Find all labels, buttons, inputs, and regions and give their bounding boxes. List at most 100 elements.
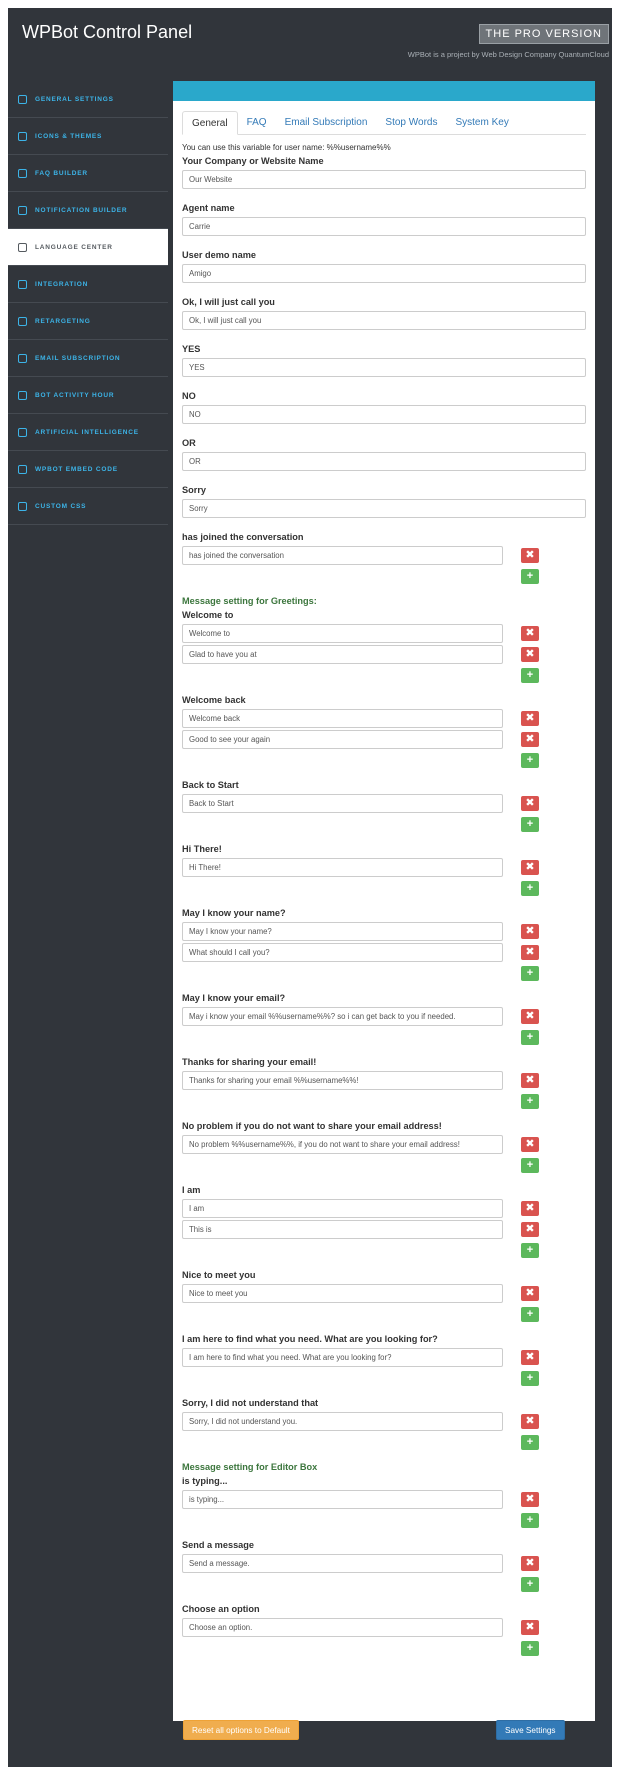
add-entry-button[interactable]: + [521,1094,539,1109]
text-input[interactable]: Thanks for sharing your email %%username… [182,1071,503,1090]
pro-version-badge[interactable]: THE PRO VERSION [478,24,609,44]
text-input[interactable]: Sorry, I did not understand you. [182,1412,503,1431]
remove-entry-button[interactable]: ✖ [521,647,539,662]
text-input[interactable]: I am here to find what you need. What ar… [182,1348,503,1367]
tab-system-key[interactable]: System Key [446,111,517,135]
text-input[interactable]: I am [182,1199,503,1218]
remove-entry-button[interactable]: ✖ [521,945,539,960]
text-input[interactable]: May I know your name? [182,922,503,941]
sidebar: GENERAL SETTINGS ICONS & THEMES FAQ BUILDE… [8,81,168,525]
sidebar-item-icons-themes[interactable]: ICONS & THEMES [8,118,168,155]
remove-entry-button[interactable]: ✖ [521,1414,539,1429]
remove-entry-button[interactable]: ✖ [521,732,539,747]
text-input[interactable]: Welcome back [182,709,503,728]
username-variable-note: You can use this variable for user name:… [182,143,391,152]
remove-entry-button[interactable]: ✖ [521,924,539,939]
add-entry-button[interactable]: + [521,1641,539,1656]
remove-entry-button[interactable]: ✖ [521,1137,539,1152]
remove-entry-button[interactable]: ✖ [521,711,539,726]
text-input[interactable]: Choose an option. [182,1618,503,1637]
reset-defaults-button[interactable]: Reset all options to Default [183,1720,299,1740]
database-icon [18,427,27,437]
text-input[interactable]: Nice to meet you [182,1284,503,1303]
remove-entry-button[interactable]: ✖ [521,548,539,563]
text-input[interactable]: Amigo [182,264,586,283]
text-input[interactable]: Our Website [182,170,586,189]
text-input[interactable]: YES [182,358,586,377]
save-settings-button[interactable]: Save Settings [496,1720,565,1740]
remove-entry-button[interactable]: ✖ [521,1222,539,1237]
sidebar-item-custom-css[interactable]: CUSTOM CSS [8,488,168,525]
text-input[interactable]: May i know your email %%username%%? so i… [182,1007,503,1026]
content-header-bar [173,81,595,101]
text-input[interactable]: OR [182,452,586,471]
add-entry-button[interactable]: + [521,1371,539,1386]
add-entry-button[interactable]: + [521,1513,539,1528]
sidebar-item-retargeting[interactable]: RETARGETING [8,303,168,340]
remove-entry-button[interactable]: ✖ [521,1201,539,1216]
sidebar-item-notification-builder[interactable]: NOTIFICATION BUILDER [8,192,168,229]
text-input[interactable]: What should I call you? [182,943,503,962]
field-label: Your Company or Website Name [182,156,324,166]
tab-general[interactable]: General [182,111,238,135]
add-entry-button[interactable]: + [521,1577,539,1592]
text-input[interactable]: Good to see your again [182,730,503,749]
sidebar-item-faq-builder[interactable]: FAQ BUILDER [8,155,168,192]
text-input[interactable]: This is [182,1220,503,1239]
text-input[interactable]: Glad to have you at [182,645,503,664]
add-entry-button[interactable]: + [521,817,539,832]
code-icon [18,501,27,511]
text-input[interactable]: is typing... [182,1490,503,1509]
lifebuoy-icon [18,168,27,178]
text-input[interactable]: Sorry [182,499,586,518]
sidebar-item-artificial-intelligence[interactable]: ARTIFICIAL INTELLIGENCE [8,414,168,451]
envelope-icon [18,353,27,363]
remove-entry-button[interactable]: ✖ [521,860,539,875]
remove-entry-button[interactable]: ✖ [521,1286,539,1301]
sidebar-item-label: FAQ BUILDER [35,169,88,177]
tab-faq[interactable]: FAQ [238,111,276,135]
text-input[interactable]: Hi There! [182,858,503,877]
translate-icon [18,242,27,252]
field-label: Welcome back [182,695,246,705]
sidebar-item-language-center[interactable]: LANGUAGE CENTER [8,229,168,266]
remove-entry-button[interactable]: ✖ [521,1009,539,1024]
add-entry-button[interactable]: + [521,881,539,896]
field-label: Thanks for sharing your email! [182,1057,317,1067]
text-input[interactable]: No problem %%username%%, if you do not w… [182,1135,503,1154]
sidebar-item-general-settings[interactable]: GENERAL SETTINGS [8,81,168,118]
remove-entry-button[interactable]: ✖ [521,1492,539,1507]
remove-entry-button[interactable]: ✖ [521,1620,539,1635]
text-input[interactable]: Back to Start [182,794,503,813]
remove-entry-button[interactable]: ✖ [521,796,539,811]
add-entry-button[interactable]: + [521,1435,539,1450]
tab-email-subscription[interactable]: Email Subscription [276,111,377,135]
remove-entry-button[interactable]: ✖ [521,1556,539,1571]
add-entry-button[interactable]: + [521,966,539,981]
add-entry-button[interactable]: + [521,1243,539,1258]
sidebar-item-label: INTEGRATION [35,280,89,288]
tab-stop-words[interactable]: Stop Words [376,111,446,135]
remove-entry-button[interactable]: ✖ [521,1073,539,1088]
add-entry-button[interactable]: + [521,1307,539,1322]
remove-entry-button[interactable]: ✖ [521,1350,539,1365]
text-input[interactable]: Ok, I will just call you [182,311,586,330]
add-entry-button[interactable]: + [521,753,539,768]
add-entry-button[interactable]: + [521,1030,539,1045]
add-entry-button[interactable]: + [521,1158,539,1173]
sidebar-item-wpbot-embed-code[interactable]: WPBOT EMBED CODE [8,451,168,488]
field-label: May I know your email? [182,993,286,1003]
text-input[interactable]: Send a message. [182,1554,503,1573]
sidebar-item-bot-activity-hour[interactable]: BOT ACTIVITY HOUR [8,377,168,414]
field-label: User demo name [182,250,257,260]
add-entry-button[interactable]: + [521,569,539,584]
text-input[interactable]: Welcome to [182,624,503,643]
text-input[interactable]: Carrie [182,217,586,236]
sidebar-item-integration[interactable]: INTEGRATION [8,266,168,303]
sidebar-item-email-subscription[interactable]: EMAIL SUBSCRIPTION [8,340,168,377]
field-label: Back to Start [182,780,239,790]
remove-entry-button[interactable]: ✖ [521,626,539,641]
text-input[interactable]: NO [182,405,586,424]
add-entry-button[interactable]: + [521,668,539,683]
text-input[interactable]: has joined the conversation [182,546,503,565]
